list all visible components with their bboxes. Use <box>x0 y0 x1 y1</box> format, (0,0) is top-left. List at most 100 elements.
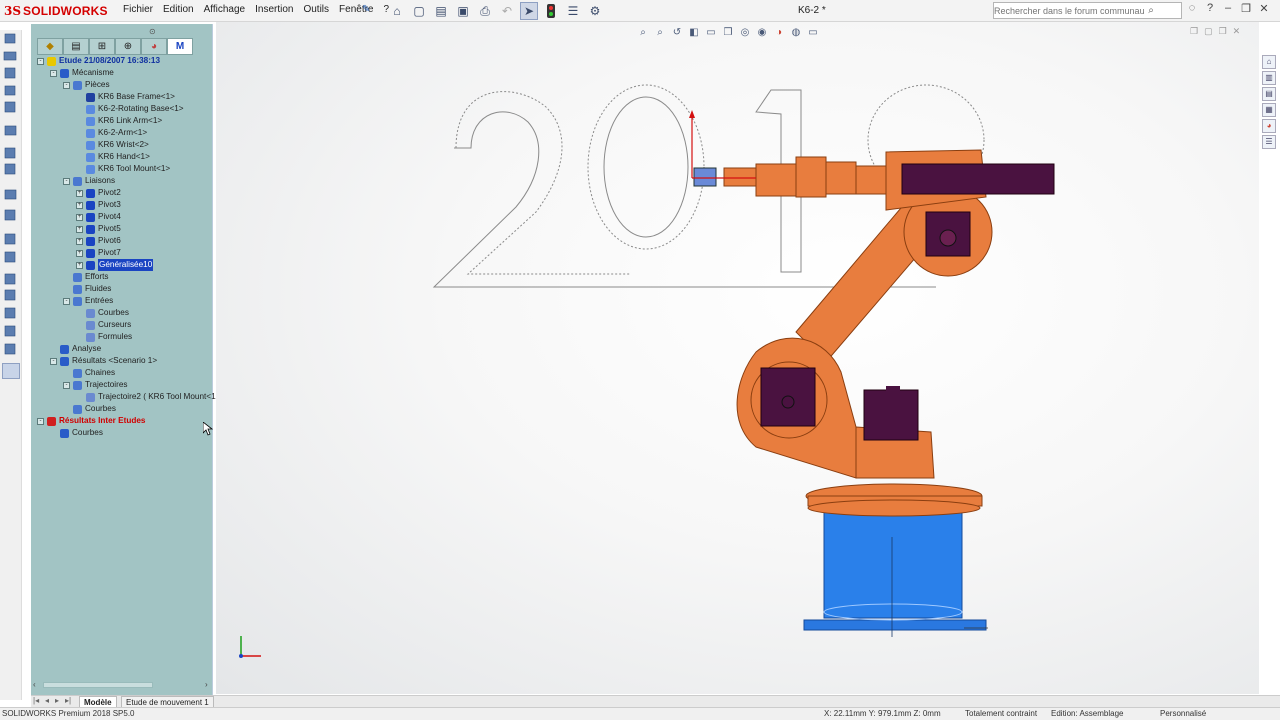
property-manager-icon[interactable]: ▤ <box>63 38 89 55</box>
wrist-hand[interactable] <box>723 156 887 198</box>
tree-node[interactable]: Fluides <box>63 283 111 295</box>
tree-node[interactable]: Trajectoire2 ( KR6 Tool Mount<1 <box>76 391 216 403</box>
viewport-max-icon[interactable]: ❐ <box>1219 26 1227 37</box>
open-file-icon[interactable]: ▤ <box>432 2 450 20</box>
scroll-thumb[interactable] <box>43 682 153 688</box>
tree-node[interactable]: KR6 Wrist<2> <box>76 139 149 151</box>
collapse-icon[interactable]: - <box>50 357 57 365</box>
feature-manager-icon[interactable]: ◆ <box>37 38 63 55</box>
zoom-area-icon[interactable]: ⌕ <box>653 25 667 39</box>
expand-icon[interactable]: + <box>76 225 83 233</box>
search-input[interactable] <box>994 5 1144 16</box>
save-icon[interactable]: ▣ <box>454 2 472 20</box>
scene-icon[interactable]: ◍ <box>789 25 803 39</box>
tree-node[interactable]: - Liaisons <box>63 175 115 187</box>
new-file-icon[interactable]: ▢ <box>410 2 428 20</box>
viewport-close-icon[interactable]: ✕ <box>1233 26 1241 37</box>
tree-node[interactable]: KR6 Link Arm<1> <box>76 115 162 127</box>
pin-icon[interactable]: ✎ <box>362 4 370 15</box>
next-tab-icon[interactable]: ▸ <box>55 696 59 705</box>
section-view-icon[interactable]: ◧ <box>687 25 701 39</box>
traffic-light-icon[interactable] <box>542 2 560 20</box>
expand-icon[interactable]: + <box>76 201 83 209</box>
options-list-icon[interactable]: ☰ <box>564 2 582 20</box>
select-icon[interactable]: ➤ <box>520 2 538 20</box>
tree-node[interactable]: + Généralisée10 <box>76 259 154 271</box>
tree-node[interactable]: K6-2-Arm<1> <box>76 127 147 139</box>
search-icon[interactable]: ⌕ <box>1144 5 1158 16</box>
robot-base[interactable] <box>803 509 988 637</box>
user-icon[interactable]: ◌ <box>1186 2 1198 15</box>
tree-node[interactable]: + Pivot4 <box>76 211 121 223</box>
units-selector[interactable]: Personnalisé <box>1160 708 1206 720</box>
first-tab-icon[interactable]: |◂ <box>33 696 39 705</box>
tree-node[interactable]: Courbes <box>50 427 103 439</box>
menu-item[interactable]: Fenêtre <box>334 4 378 15</box>
help-icon[interactable]: ? <box>1204 2 1216 15</box>
upper-motor[interactable] <box>901 163 1055 195</box>
tree-node[interactable]: KR6 Base Frame<1> <box>76 91 175 103</box>
collapse-icon[interactable]: - <box>37 57 44 65</box>
tree-node[interactable]: - Etude 21/08/2007 16:38:13 <box>37 55 160 67</box>
tree-node[interactable]: + Pivot6 <box>76 235 121 247</box>
appearance-icon[interactable]: ◑ <box>772 25 786 39</box>
file-explorer-icon[interactable]: ▥ <box>1262 71 1276 85</box>
menu-item[interactable]: Fichier <box>118 4 158 15</box>
collapse-icon[interactable]: - <box>50 69 57 77</box>
previous-view-icon[interactable]: ↺ <box>670 25 684 39</box>
scroll-left-icon[interactable]: ‹ <box>33 680 36 689</box>
tree-node[interactable]: + Pivot3 <box>76 199 121 211</box>
appearances-icon[interactable]: ▦ <box>1262 103 1276 117</box>
collapse-icon[interactable]: - <box>63 297 70 305</box>
display-manager-icon[interactable]: ◕ <box>141 38 167 55</box>
panel-collapse-handle[interactable]: ⊙ <box>149 27 156 36</box>
lower-motor[interactable] <box>863 386 919 441</box>
prev-tab-icon[interactable]: ◂ <box>45 696 49 705</box>
configuration-manager-icon[interactable]: ⊞ <box>89 38 115 55</box>
tree-node[interactable]: + Pivot2 <box>76 187 121 199</box>
viewport-tile-icon[interactable]: ▢ <box>1204 26 1213 37</box>
tree-node[interactable]: Curseurs <box>76 319 131 331</box>
expand-icon[interactable]: + <box>76 249 83 257</box>
menu-item[interactable]: Edition <box>158 4 199 15</box>
panel-horizontal-scrollbar[interactable]: ‹ › <box>33 680 211 690</box>
menu-item[interactable]: Affichage <box>199 4 251 15</box>
tree-node[interactable]: Courbes <box>76 307 129 319</box>
expand-icon[interactable]: + <box>76 261 83 269</box>
view-palette-icon[interactable]: ▤ <box>1262 87 1276 101</box>
display-settings-icon[interactable]: ▭ <box>806 25 820 39</box>
restore-icon[interactable]: ❐ <box>1240 2 1252 15</box>
tree-node[interactable]: - Résultats <Scenario 1> <box>50 355 157 367</box>
tree-node[interactable]: - Entrées <box>63 295 113 307</box>
collapse-icon[interactable]: - <box>37 417 44 425</box>
tree-node[interactable]: - Trajectoires <box>63 379 127 391</box>
close-icon[interactable]: ✕ <box>1258 2 1270 15</box>
expand-icon[interactable]: + <box>76 237 83 245</box>
dynamic-annotation-icon[interactable]: ▭ <box>704 25 718 39</box>
display-style-icon[interactable]: ◎ <box>738 25 752 39</box>
expand-icon[interactable]: + <box>76 213 83 221</box>
zoom-fit-icon[interactable]: ⌕ <box>636 25 650 39</box>
tree-node[interactable]: Analyse <box>50 343 101 355</box>
tree-node[interactable]: K6-2-Rotating Base<1> <box>76 103 184 115</box>
custom-properties-icon[interactable]: ◕ <box>1262 119 1276 133</box>
meca3d-icon[interactable]: M <box>167 38 193 55</box>
tree-node[interactable]: Formules <box>76 331 132 343</box>
gear-icon[interactable]: ⚙ <box>586 2 604 20</box>
last-tab-icon[interactable]: ▸| <box>65 696 71 705</box>
meca3d-tool-button[interactable] <box>2 363 20 379</box>
collapse-icon[interactable]: - <box>63 381 70 389</box>
view-orientation-icon[interactable]: ❒ <box>721 25 735 39</box>
tree-node[interactable]: - Résultats Inter Etudes <box>37 415 145 427</box>
tree-node[interactable]: Courbes <box>63 403 116 415</box>
tree-node[interactable]: + Pivot5 <box>76 223 121 235</box>
print-icon[interactable]: ⎙ <box>476 2 494 20</box>
tree-node[interactable]: KR6 Tool Mount<1> <box>76 163 170 175</box>
solidworks-logo[interactable]: 3S SOLIDWORKS <box>4 2 108 20</box>
collapse-icon[interactable]: - <box>63 177 70 185</box>
scroll-right-icon[interactable]: › <box>205 680 208 689</box>
assembly-scene[interactable] <box>216 22 1259 694</box>
tree-node[interactable]: KR6 Hand<1> <box>76 151 150 163</box>
tree-node[interactable]: Efforts <box>63 271 109 283</box>
menu-item[interactable]: Insertion <box>250 4 298 15</box>
